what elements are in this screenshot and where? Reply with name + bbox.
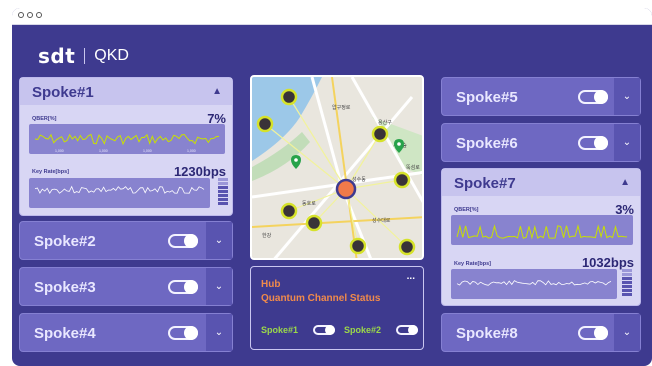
spoke-name: Spoke#5 (456, 89, 518, 106)
map-svg: 용산구 성수동 서울숲 뚝섬로 한강 동호로 압구정로 성수대로 (252, 77, 422, 258)
spoke-name: Spoke#2 (34, 233, 96, 250)
spoke-panel-7: Spoke#7 ▲ QBER[%] 3% Key Rate[bps] 1032b… (441, 168, 641, 306)
hub-subtitle: Quantum Channel Status (261, 293, 381, 304)
spoke-panel-1: Spoke#1 ▲ QBER[%] 7% 1,000 1,000 1,000 1… (19, 77, 233, 216)
spoke-panel-header[interactable]: Spoke#7 ▲ (442, 169, 640, 196)
hub-status-toggle[interactable] (396, 325, 418, 335)
map-label: 성수대로 (372, 217, 391, 224)
window-control-dot[interactable] (36, 12, 42, 18)
key-rate-series-line (34, 185, 205, 194)
qber-series-line (456, 223, 628, 240)
spoke-node[interactable] (305, 214, 323, 232)
map-label: 한강 (262, 232, 272, 239)
spoke-name: Spoke#8 (456, 325, 518, 342)
spoke-node[interactable] (256, 115, 274, 133)
spoke-panel-3[interactable]: Spoke#3 ⌄ (19, 267, 233, 306)
key-rate-chart-svg (34, 185, 205, 194)
spoke-toggle[interactable] (168, 326, 198, 340)
network-map[interactable]: 용산구 성수동 서울숲 뚝섬로 한강 동호로 압구정로 성수대로 (250, 75, 424, 260)
spoke-panel-2[interactable]: Spoke#2 ⌄ (19, 221, 233, 260)
spoke-panel-header[interactable]: Spoke#1 ▲ (20, 78, 232, 105)
map-label: 압구정로 (332, 104, 351, 111)
qber-chart: 1,000 1,000 1,000 1,000 (29, 124, 225, 154)
header-divider (84, 48, 86, 64)
spoke-node[interactable] (393, 171, 411, 189)
qber-series-line (34, 133, 220, 146)
spoke-panel-4[interactable]: Spoke#4 ⌄ (19, 313, 233, 352)
spoke-toggle[interactable] (578, 90, 608, 104)
axis-tick: 1,000 (143, 149, 152, 153)
spoke-name: Spoke#6 (456, 135, 518, 152)
chevron-up-icon[interactable]: ▲ (212, 86, 222, 97)
app-header: sdt QKD (38, 44, 129, 68)
window-titlebar (12, 8, 652, 25)
map-label: 동호로 (302, 201, 316, 207)
spoke-panel-8[interactable]: Spoke#8 ⌄ (441, 313, 641, 352)
axis-tick: 1,000 (187, 149, 196, 153)
spoke-toggle[interactable] (578, 136, 608, 150)
spoke-node[interactable] (280, 88, 298, 106)
axis-tick: 1,000 (55, 149, 64, 153)
brand-logo: sdt (38, 44, 76, 68)
chevron-down-icon[interactable]: ⌄ (614, 124, 640, 161)
key-rate-series-line (456, 280, 612, 286)
qber-chart (451, 215, 633, 245)
spoke-node[interactable] (280, 202, 298, 220)
signal-level-bars (218, 178, 228, 206)
hub-status-card: Hub Quantum Channel Status ... Spoke#1 S… (250, 266, 424, 350)
spoke-node[interactable] (371, 125, 389, 143)
spoke-node[interactable] (398, 238, 416, 256)
chevron-down-icon[interactable]: ⌄ (206, 222, 232, 259)
key-rate-chart (29, 178, 210, 208)
window-control-dot[interactable] (18, 12, 24, 18)
chevron-down-icon[interactable]: ⌄ (206, 268, 232, 305)
axis-tick: 1,000 (99, 149, 108, 153)
key-rate-label: Key Rate[bps] (32, 169, 69, 175)
qber-chart-svg (456, 223, 628, 240)
window-control-dot[interactable] (27, 12, 33, 18)
map-label: 성수동 (352, 176, 366, 183)
key-rate-chart (451, 269, 617, 299)
chevron-up-icon[interactable]: ▲ (620, 177, 630, 188)
spoke-name: Spoke#3 (34, 279, 96, 296)
hub-title: Hub (261, 279, 281, 290)
app-title: QKD (94, 47, 129, 64)
spoke-node[interactable] (349, 237, 367, 255)
signal-level-bars (622, 269, 632, 297)
key-rate-value: 1032bps (581, 255, 634, 270)
chevron-down-icon[interactable]: ⌄ (614, 314, 640, 351)
chevron-down-icon[interactable]: ⌄ (206, 314, 232, 351)
hub-status-label: Spoke#1 (261, 325, 299, 335)
app-window: sdt QKD Spoke#1 ▲ QBER[%] 7% 1,000 1,000… (12, 8, 652, 366)
hub-status-label: Spoke#2 (344, 325, 382, 335)
spoke-name: Spoke#1 (32, 84, 94, 101)
spoke-panel-6[interactable]: Spoke#6 ⌄ (441, 123, 641, 162)
key-rate-chart-svg (456, 280, 612, 286)
hub-status-toggle[interactable] (313, 325, 335, 335)
spoke-name: Spoke#4 (34, 325, 96, 342)
key-rate-label: Key Rate[bps] (454, 261, 491, 267)
map-label: 뚝섬로 (406, 164, 420, 171)
qber-label: QBER[%] (454, 207, 479, 213)
spoke-name: Spoke#7 (454, 175, 516, 192)
spoke-toggle[interactable] (168, 280, 198, 294)
more-menu-icon[interactable]: ... (407, 271, 415, 282)
spoke-toggle[interactable] (168, 234, 198, 248)
qber-label: QBER[%] (32, 116, 57, 122)
key-rate-value: 1230bps (173, 164, 226, 179)
spoke-panel-5[interactable]: Spoke#5 ⌄ (441, 77, 641, 116)
map-label: 용산구 (378, 119, 392, 126)
spoke-toggle[interactable] (578, 326, 608, 340)
chevron-down-icon[interactable]: ⌄ (614, 78, 640, 115)
